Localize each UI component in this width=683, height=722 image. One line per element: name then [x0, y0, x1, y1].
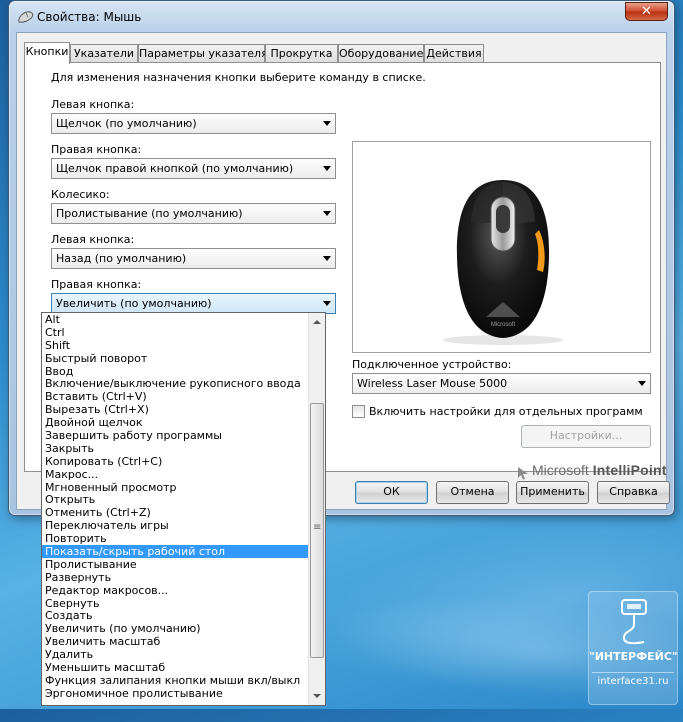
settings-button[interactable]: Настройки... — [521, 425, 651, 448]
right-side-button-label: Правая кнопка: — [51, 278, 142, 291]
wheel-select[interactable]: Пролистывание (по умолчанию) — [51, 203, 336, 224]
dropdown-item[interactable]: Открыть — [42, 493, 325, 507]
left-side-button-value: Назад (по умолчанию) — [56, 252, 187, 265]
logo-product: IntelliPoint — [592, 462, 667, 478]
right-button-value: Щелчок правой кнопкой (по умолчанию) — [56, 162, 294, 175]
dropdown-item[interactable]: Создать — [42, 609, 325, 623]
intellipoint-logo-icon — [518, 467, 528, 480]
apply-button[interactable]: Применить — [516, 481, 589, 504]
dropdown-item[interactable]: Развернуть — [42, 571, 325, 584]
dropdown-item[interactable]: Эргономичное пролистывание — [42, 687, 325, 700]
chevron-down-icon — [323, 166, 331, 171]
scroll-down-icon[interactable] — [309, 688, 325, 705]
chevron-down-icon — [323, 121, 331, 126]
dropdown-item[interactable]: Копировать (Ctrl+C) — [42, 455, 325, 468]
scroll-up-icon[interactable] — [309, 313, 325, 330]
dropdown-item[interactable]: Ctrl — [42, 326, 325, 339]
right-button-label: Правая кнопка: — [51, 143, 142, 156]
help-button[interactable]: Справка — [597, 481, 670, 504]
dropdown-item[interactable]: Shift — [42, 339, 325, 352]
chevron-down-icon — [323, 301, 331, 306]
tab-pointers[interactable]: Указатели — [70, 44, 138, 63]
dropdown-item[interactable]: Уменьшить масштаб — [42, 661, 325, 674]
chevron-down-icon — [638, 381, 646, 386]
dropdown-item[interactable]: Свернуть — [42, 597, 325, 610]
right-side-button-select[interactable]: Увеличить (по умолчанию) — [51, 293, 336, 314]
dropdown-item[interactable]: Отменить (Ctrl+Z) — [42, 506, 325, 519]
interface31-watermark: "ИНТЕРФЕЙС" interface31.ru — [588, 591, 678, 705]
dropdown-item[interactable]: Завершить работу программы — [42, 429, 325, 442]
dropdown-item[interactable]: Функция залипания кнопки мыши вкл/выкл — [42, 674, 325, 687]
tab-pointer-options[interactable]: Параметры указателя — [138, 44, 268, 63]
dropdown-items: Alt Ctrl Shift Быстрый поворот Ввод Включение… — [42, 313, 325, 700]
left-button-label: Левая кнопка: — [51, 98, 135, 111]
dropdown-item[interactable]: Повторить — [42, 532, 325, 545]
left-side-button-select[interactable]: Назад (по умолчанию) — [51, 248, 336, 269]
dropdown-item[interactable]: Закрыть — [42, 442, 325, 455]
left-button-value: Щелчок (по умолчанию) — [56, 117, 197, 130]
ok-button[interactable]: ОК — [355, 481, 428, 504]
dropdown-item[interactable]: Переключатель игры — [42, 519, 325, 532]
dropdown-item[interactable]: Вставить (Ctrl+V) — [42, 390, 325, 403]
dropdown-item[interactable]: Мгновенный просмотр — [42, 481, 325, 494]
right-side-button-value: Увеличить (по умолчанию) — [56, 297, 212, 310]
action-dropdown-list[interactable]: Alt Ctrl Shift Быстрый поворот Ввод Включение… — [41, 312, 326, 706]
dropdown-item[interactable]: Быстрый поворот — [42, 352, 325, 365]
device-value: Wireless Laser Mouse 5000 — [357, 377, 508, 390]
dropdown-item[interactable]: Alt — [42, 313, 325, 326]
chevron-down-icon — [323, 211, 331, 216]
dropdown-item[interactable]: Пролистывание — [42, 558, 325, 571]
watermark-url: interface31.ru — [592, 672, 674, 690]
dropdown-scrollbar[interactable] — [308, 313, 325, 705]
connector-logo-icon — [621, 599, 647, 645]
tab-buttons[interactable]: Кнопки — [24, 42, 70, 64]
dropdown-item[interactable]: Макрос... — [42, 468, 325, 481]
watermark-name: "ИНТЕРФЕЙС" — [589, 650, 678, 663]
dropdown-item[interactable]: Увеличить (по умолчанию) — [42, 622, 325, 635]
cancel-button[interactable]: Отмена — [436, 481, 509, 504]
instruction-text: Для изменения назначения кнопки выберите… — [51, 71, 426, 84]
chevron-down-icon — [323, 256, 331, 261]
left-button-select[interactable]: Щелчок (по умолчанию) — [51, 113, 336, 134]
tab-actions[interactable]: Действия — [424, 44, 484, 63]
wheel-label: Колесико: — [51, 188, 110, 201]
title-bar[interactable]: Свойства: Мышь ✕ — [9, 1, 674, 33]
dropdown-item[interactable]: Редактор макросов... — [42, 584, 325, 597]
per-program-checkbox[interactable] — [352, 405, 365, 418]
dropdown-item[interactable]: Удалить — [42, 648, 325, 661]
intellipoint-logo: Microsoft IntelliPoint — [532, 462, 667, 478]
per-program-label[interactable]: Включить настройки для отдельных програм… — [369, 405, 643, 418]
dropdown-item[interactable]: Увеличить масштаб — [42, 635, 325, 648]
svg-text:Microsoft: Microsoft — [491, 322, 516, 328]
mouse-image: Microsoft — [443, 180, 563, 345]
tab-scrolling[interactable]: Прокрутка — [265, 44, 338, 63]
tab-hardware[interactable]: Оборудование — [338, 44, 424, 63]
dropdown-item[interactable]: Вырезать (Ctrl+X) — [42, 403, 325, 416]
window-title: Свойства: Мышь — [37, 10, 142, 24]
scroll-thumb[interactable] — [310, 403, 324, 658]
logo-brand: Microsoft — [532, 462, 589, 478]
device-label: Подключенное устройство: — [352, 358, 512, 371]
dropdown-item[interactable]: Ввод — [42, 365, 325, 378]
mouse-icon — [18, 11, 34, 23]
dropdown-item[interactable]: Включение/выключение рукописного ввода — [42, 377, 325, 391]
device-select[interactable]: Wireless Laser Mouse 5000 — [352, 373, 651, 394]
dropdown-item[interactable]: Двойной щелчок — [42, 416, 325, 429]
left-side-button-label: Левая кнопка: — [51, 233, 135, 246]
dropdown-item[interactable]: Показать/скрыть рабочий стол — [42, 545, 325, 558]
right-button-select[interactable]: Щелчок правой кнопкой (по умолчанию) — [51, 158, 336, 179]
mouse-preview: Microsoft — [352, 141, 651, 353]
close-button[interactable]: ✕ — [625, 2, 668, 21]
wheel-value: Пролистывание (по умолчанию) — [56, 207, 243, 220]
